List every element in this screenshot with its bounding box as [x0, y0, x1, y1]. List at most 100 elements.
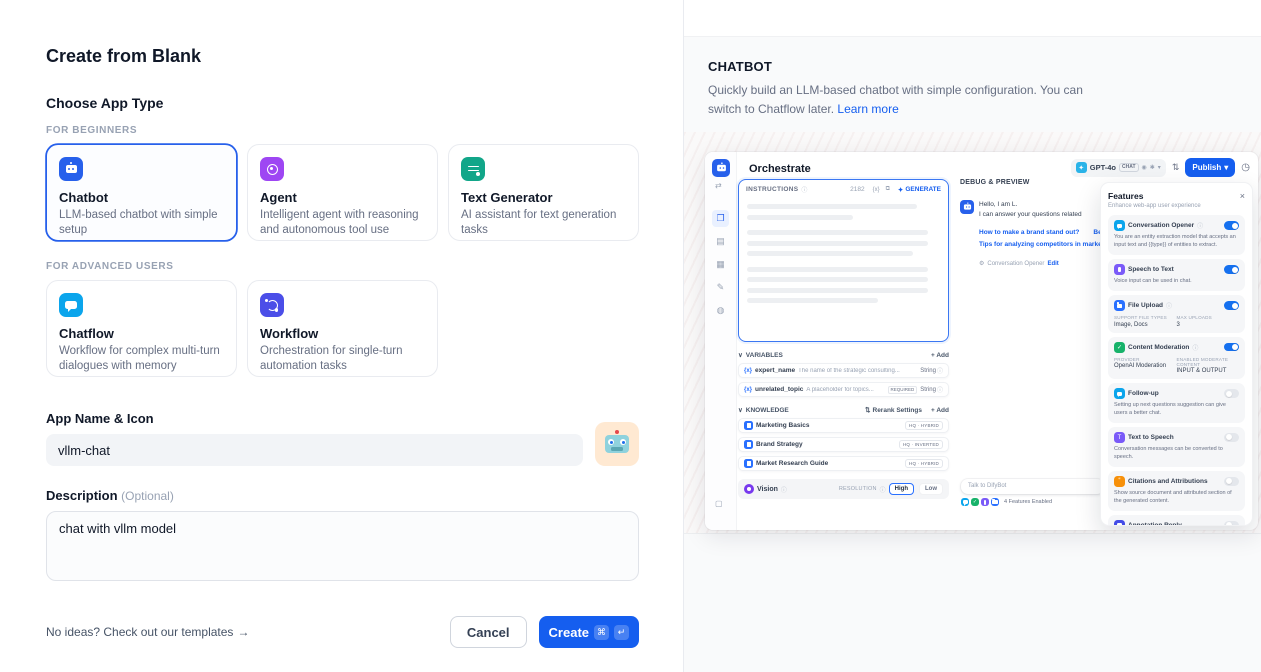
vision-label: Vision	[757, 486, 778, 493]
variable-type: String ⓘ	[920, 385, 943, 394]
conversation-opener-row: ⚙ Conversation Opener Edit	[979, 260, 1102, 267]
feature-toggle	[1224, 221, 1239, 230]
feature-desc: Conversation messages can be converted t…	[1114, 446, 1239, 462]
resolution-high-button: High	[889, 483, 914, 495]
app-icon-picker[interactable]	[595, 422, 639, 466]
app-type-card-chatbot[interactable]: Chatbot LLM-based chatbot with simple se…	[46, 144, 237, 241]
info-icon: ⓘ	[937, 385, 943, 394]
orchestrate-nav-icon: ❐	[712, 210, 729, 227]
required-badge: REQUIRED	[888, 386, 918, 394]
info-icon: ⓘ	[801, 185, 807, 194]
suggested-question: How to make a brand stand out?	[979, 227, 1079, 239]
app-name-input[interactable]	[46, 434, 583, 466]
variables-label: VARIABLES	[746, 352, 783, 359]
app-name-label: App Name & Icon	[46, 411, 583, 426]
follow-up-icon	[1114, 388, 1125, 399]
app-type-card-agent[interactable]: Agent Intelligent agent with reasoning a…	[247, 144, 438, 241]
learn-more-link[interactable]: Learn more	[837, 102, 898, 116]
rerank-settings-button: ⇅ Rerank Settings	[865, 406, 922, 414]
feature-card-follow-up: Follow-up Setting up next questions sugg…	[1108, 383, 1245, 423]
feature-title: Citations and Attributions	[1128, 478, 1208, 485]
app-type-title: Text Generator	[461, 190, 626, 205]
create-button[interactable]: Create ⌘ ↵	[539, 616, 639, 648]
spec-label: SUPPORT FILE TYPES	[1114, 315, 1177, 320]
preview-app-icon	[712, 159, 730, 177]
variable-row: {x} expert_name The name of the strategi…	[738, 363, 949, 378]
app-type-card-chatflow[interactable]: Chatflow Workflow for complex multi-turn…	[46, 280, 237, 377]
beginner-cards-row: Chatbot LLM-based chatbot with simple se…	[46, 144, 639, 241]
resolution-low-button: Low	[919, 483, 943, 495]
feature-toggle	[1224, 301, 1239, 310]
preview-sidebar: ⇄ ❐ ▤ ▦ ✎ ◍ ▢	[705, 152, 737, 530]
suggested-questions: How to make a brand stand out? Bes Tips …	[979, 227, 1102, 252]
templates-link[interactable]: No ideas? Check out our templates →	[46, 625, 249, 639]
info-icon: ⓘ	[1197, 221, 1203, 230]
knowledge-name: Marketing Basics	[756, 422, 809, 429]
text-to-speech-icon: T	[1114, 432, 1125, 443]
close-icon: ×	[1240, 191, 1245, 201]
preview-heading: CHATBOT	[708, 59, 1237, 74]
choose-app-type-label: Choose App Type	[46, 95, 639, 111]
spec-value: Image, Docs	[1114, 322, 1177, 328]
params-sliders-icon: ⇅	[1172, 162, 1180, 173]
model-selector: ✦ GPT-4o CHAT ◉ ✱ ▾	[1071, 159, 1166, 177]
features-enabled-bar: ✓ 4 Features Enabled	[961, 498, 1052, 506]
suggested-question: Tips for analyzing competitors in market	[979, 239, 1102, 251]
collapse-icon: ▢	[715, 499, 723, 508]
info-icon: ⓘ	[1166, 301, 1172, 310]
knowledge-mode-badge: HQ · INVERTED	[899, 440, 943, 449]
cancel-button[interactable]: Cancel	[450, 616, 527, 648]
spec-label: PROVIDER	[1114, 357, 1177, 362]
feature-title: Speech to Text	[1128, 266, 1174, 273]
bot-glyph	[66, 165, 77, 173]
info-icon: ⓘ	[937, 366, 943, 375]
feature-toggle	[1224, 477, 1239, 486]
gear-icon: ⚙	[979, 260, 984, 267]
preview-topbar: ✦ GPT-4o CHAT ◉ ✱ ▾ ⇅ Publish ▾ ◷	[1071, 158, 1250, 177]
app-type-card-workflow[interactable]: Workflow Orchestration for single-turn a…	[247, 280, 438, 377]
agent-icon	[260, 157, 284, 181]
model-mode-badge: CHAT	[1119, 163, 1139, 172]
knowledge-name: Brand Strategy	[756, 441, 803, 448]
spec-label: MAX UPLOADS	[1177, 315, 1240, 320]
instructions-label: INSTRUCTIONS	[746, 186, 798, 193]
image-nav-icon: ▤	[712, 233, 729, 250]
workflow-icon	[260, 293, 284, 317]
text-lines-glyph	[468, 164, 479, 175]
swap-icon: ⇄	[715, 181, 722, 190]
description-textarea[interactable]: chat with vllm model	[46, 511, 639, 581]
app-name-row: App Name & Icon	[46, 411, 639, 466]
preview-description: Quickly build an LLM-based chatbot with …	[708, 81, 1103, 118]
document-nav-icon: ▦	[712, 256, 729, 273]
variables-section-header: ∨ VARIABLES + Add	[738, 351, 949, 359]
knowledge-name: Market Research Guide	[756, 460, 828, 467]
instructions-panel: INSTRUCTIONS ⓘ 2182 {x} ⧉ ✦ GENERATE	[738, 179, 949, 342]
knowledge-doc-icon	[744, 459, 753, 468]
feature-dot-icon	[991, 498, 999, 506]
preview-config-column: INSTRUCTIONS ⓘ 2182 {x} ⧉ ✦ GENERATE	[738, 179, 949, 499]
resolution-label: RESOLUTION	[839, 486, 877, 492]
conversation-opener-icon	[1114, 220, 1125, 231]
info-icon: ⓘ	[781, 485, 787, 494]
cycle-glyph	[267, 300, 278, 311]
file-upload-icon	[1114, 300, 1125, 311]
templates-link-text: No ideas? Check out our templates	[46, 625, 233, 639]
feature-desc: Voice input can be used in chat.	[1114, 278, 1239, 286]
preview-stripe-band: ⇄ ❐ ▤ ▦ ✎ ◍ ▢ Orchestrate ✦ GPT-4o CHAT …	[684, 132, 1261, 534]
app-type-desc: LLM-based chatbot with simple setup	[59, 208, 224, 238]
feature-title: Text to Speech	[1128, 434, 1174, 441]
variable-type: String ⓘ	[920, 366, 943, 375]
variable-name: unrelated_topic	[755, 386, 803, 393]
features-subtitle: Enhance web-app user experience	[1108, 203, 1245, 209]
app-type-card-text-generator[interactable]: Text Generator AI assistant for text gen…	[448, 144, 639, 241]
caret-icon: ∨	[738, 406, 743, 414]
model-capability-icon: ✱	[1150, 164, 1155, 171]
description-label: Description (Optional)	[46, 488, 639, 503]
preview-nav-icons: ❐ ▤ ▦ ✎ ◍	[712, 210, 729, 319]
feature-toggle	[1224, 265, 1239, 274]
knowledge-doc-icon	[744, 421, 753, 430]
model-provider-icon: ✦	[1076, 162, 1087, 173]
history-clock-icon: ◷	[1241, 162, 1250, 173]
info-icon: ⓘ	[1192, 343, 1198, 352]
sliders-icon: ⇅	[865, 406, 870, 414]
